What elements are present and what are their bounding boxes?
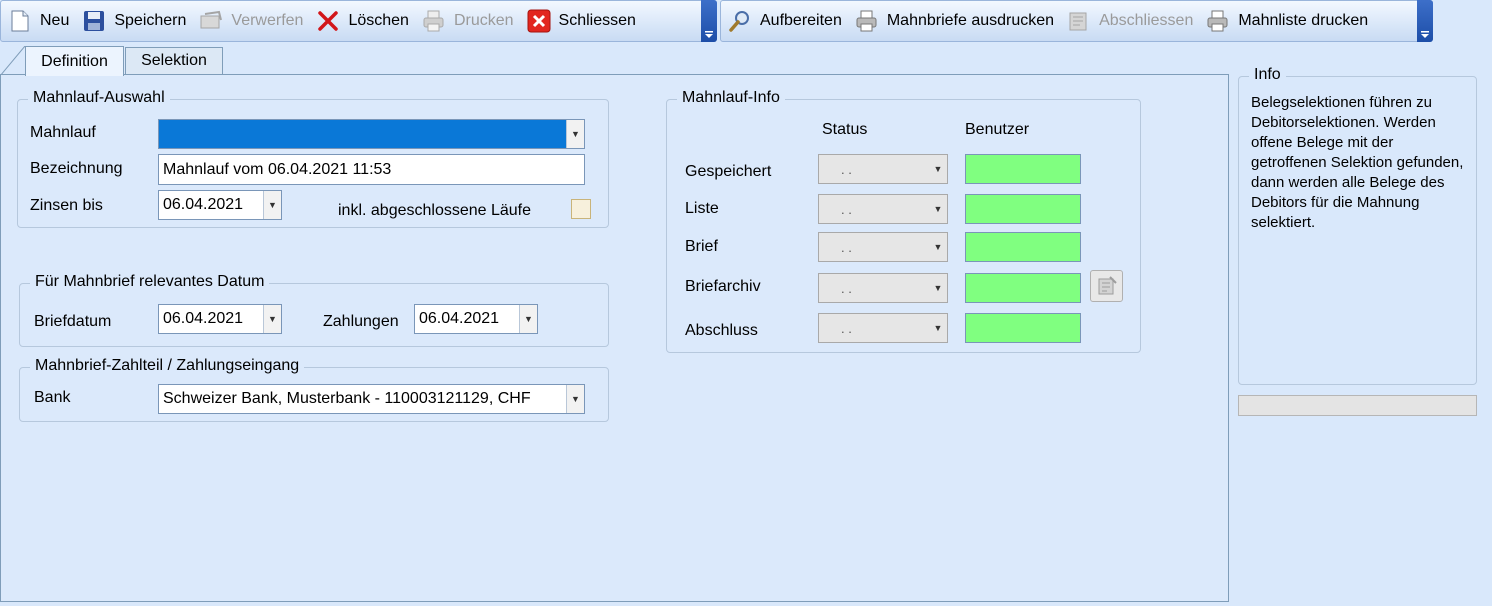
briefarchiv-benutzer-field	[965, 273, 1081, 303]
abschluss-status-combo[interactable]: . . ▼	[818, 313, 948, 343]
benutzer-column-header: Benutzer	[965, 121, 1030, 138]
abschluss-benutzer-field	[965, 313, 1081, 343]
mahnlauf-label: Mahnlauf	[30, 124, 96, 141]
save-disk-icon	[81, 8, 107, 34]
aufbereiten-button[interactable]: Aufbereiten	[721, 1, 848, 41]
brief-benutzer-field	[965, 232, 1081, 262]
inkl-abgeschlossene-checkbox[interactable]	[571, 199, 591, 219]
discard-icon	[198, 8, 224, 34]
briefdatum-label: Briefdatum	[34, 313, 112, 330]
new-document-icon	[7, 8, 33, 34]
tab-slant	[0, 46, 26, 76]
definition-panel: Mahnlauf-Auswahl Mahnlauf ▼ Bezeichnung …	[0, 74, 1229, 602]
group-title: Mahnbrief-Zahlteil / Zahlungseingang	[30, 357, 305, 375]
liste-benutzer-field	[965, 194, 1081, 224]
group-title: Für Mahnbrief relevantes Datum	[30, 273, 270, 291]
chevron-down-icon[interactable]: ▼	[929, 195, 947, 223]
main-toolbar: Neu Speichern Verwerfen Löschen Drucken …	[0, 0, 717, 42]
chevron-down-icon[interactable]: ▼	[519, 305, 537, 333]
group-title: Mahnlauf-Auswahl	[28, 89, 170, 107]
tab-definition[interactable]: Definition	[25, 46, 124, 76]
tab-selektion[interactable]: Selektion	[125, 47, 223, 74]
bezeichnung-input[interactable]: Mahnlauf vom 06.04.2021 11:53	[158, 154, 585, 185]
zinsen-label: Zinsen bis	[30, 197, 103, 214]
bank-label: Bank	[34, 389, 71, 406]
chevron-down-icon[interactable]: ▼	[929, 233, 947, 261]
chevron-down-icon	[1421, 31, 1429, 38]
archive-icon	[1098, 276, 1117, 295]
zahlungen-label: Zahlungen	[323, 313, 399, 330]
chevron-down-icon[interactable]: ▼	[566, 120, 584, 148]
abschliessen-button[interactable]: Abschliessen	[1060, 1, 1199, 41]
delete-button[interactable]: Löschen	[309, 1, 415, 41]
save-button[interactable]: Speichern	[75, 1, 192, 41]
discard-button[interactable]: Verwerfen	[192, 1, 309, 41]
chevron-down-icon	[705, 31, 713, 38]
briefdatum-date-picker[interactable]: 06.04.2021 ▼	[158, 304, 282, 334]
close-button[interactable]: Schliessen	[520, 1, 642, 41]
zahlteil-group: Mahnbrief-Zahlteil / Zahlungseingang Ban…	[19, 357, 609, 422]
mahnlauf-select[interactable]: ▼	[158, 119, 585, 149]
magnifier-icon	[727, 8, 753, 34]
printer-icon	[854, 8, 880, 34]
close-red-icon	[526, 8, 552, 34]
briefarchiv-open-button[interactable]	[1090, 270, 1123, 302]
mahnlauf-info-group: Mahnlauf-Info Status Benutzer Gespeicher…	[666, 89, 1141, 353]
zahlungen-date-picker[interactable]: 06.04.2021 ▼	[414, 304, 538, 334]
archive-icon	[1066, 8, 1092, 34]
chevron-down-icon[interactable]: ▼	[263, 191, 281, 219]
new-button[interactable]: Neu	[1, 1, 75, 41]
progress-bar	[1238, 395, 1477, 416]
inkl-abgeschlossene-label: inkl. abgeschlossene Läufe	[338, 202, 532, 219]
gespeichert-status-combo[interactable]: . . ▼	[818, 154, 948, 184]
abschluss-label: Abschluss	[685, 322, 758, 339]
printer-icon	[421, 8, 447, 34]
delete-x-icon	[315, 8, 341, 34]
group-title: Mahnlauf-Info	[677, 89, 785, 107]
mahnliste-drucken-button[interactable]: Mahnliste drucken	[1199, 1, 1374, 41]
chevron-down-icon[interactable]: ▼	[263, 305, 281, 333]
liste-status-combo[interactable]: . . ▼	[818, 194, 948, 224]
info-side-panel: Info Belegselektionen führen zu Debitors…	[1238, 66, 1477, 385]
toolbar-overflow-button-2[interactable]	[1417, 0, 1433, 42]
info-text: Belegselektionen führen zu Debitorselekt…	[1251, 94, 1464, 231]
chevron-down-icon[interactable]: ▼	[929, 314, 947, 342]
action-toolbar: Aufbereiten Mahnbriefe ausdrucken Abschl…	[720, 0, 1433, 42]
mahnlauf-auswahl-group: Mahnlauf-Auswahl Mahnlauf ▼ Bezeichnung …	[17, 89, 609, 228]
liste-label: Liste	[685, 200, 719, 217]
briefarchiv-label: Briefarchiv	[685, 278, 761, 295]
brief-label: Brief	[685, 238, 718, 255]
group-title: Info	[1249, 66, 1286, 84]
chevron-down-icon[interactable]: ▼	[929, 274, 947, 302]
mahnbriefe-ausdrucken-button[interactable]: Mahnbriefe ausdrucken	[848, 1, 1060, 41]
briefarchiv-status-combo[interactable]: . . ▼	[818, 273, 948, 303]
toolbar-overflow-button[interactable]	[701, 0, 717, 42]
gespeichert-benutzer-field	[965, 154, 1081, 184]
gespeichert-label: Gespeichert	[685, 163, 772, 180]
chevron-down-icon[interactable]: ▼	[566, 385, 584, 413]
brief-status-combo[interactable]: . . ▼	[818, 232, 948, 262]
printer-icon	[1205, 8, 1231, 34]
bezeichnung-label: Bezeichnung	[30, 160, 123, 177]
status-column-header: Status	[822, 121, 868, 138]
chevron-down-icon[interactable]: ▼	[929, 155, 947, 183]
print-button[interactable]: Drucken	[415, 1, 520, 41]
mahnbrief-datum-group: Für Mahnbrief relevantes Datum Briefdatu…	[19, 273, 609, 347]
bank-select[interactable]: Schweizer Bank, Musterbank - 11000312112…	[158, 384, 585, 414]
zinsen-date-picker[interactable]: 06.04.2021 ▼	[158, 190, 282, 220]
